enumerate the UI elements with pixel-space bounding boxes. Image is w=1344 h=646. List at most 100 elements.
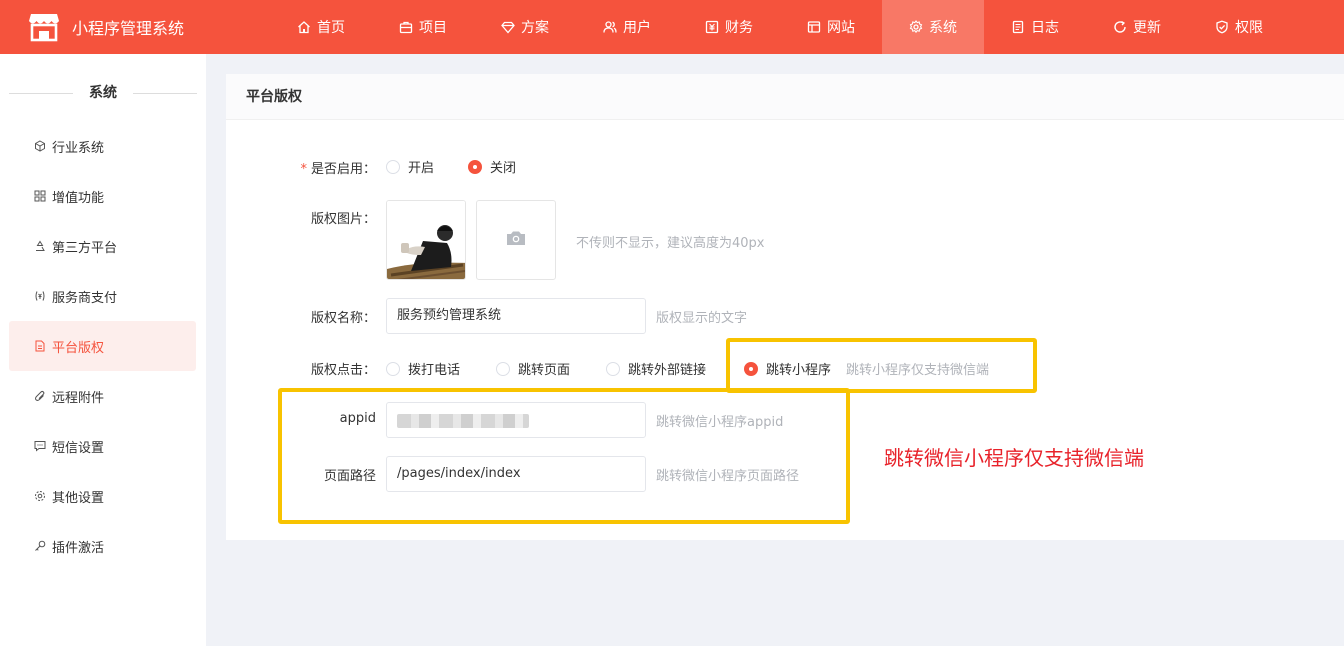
sidebar-item-label: 增值功能 [52,190,105,206]
image-upload-button[interactable] [476,200,556,280]
nav-label: 首页 [317,20,345,36]
blurred-appid-value [397,414,529,428]
sidebar-item-payment[interactable]: 服务商支付 [9,271,196,321]
payment-icon [34,290,46,302]
home-icon [297,20,311,34]
sidebar-item-other-settings[interactable]: 其他设置 [9,471,196,521]
sidebar-item-label: 插件激活 [52,540,105,556]
nav-plan[interactable]: 方案 [474,0,576,54]
sidebar-item-plugin-activation[interactable]: 插件激活 [9,521,196,571]
sidebar-item-label: 平台版权 [52,340,105,356]
sidebar-item-label: 其他设置 [52,490,105,506]
divider [9,93,73,94]
brand[interactable]: 小程序管理系统 [28,10,184,44]
sidebar-item-label: 第三方平台 [52,240,118,256]
nav-label: 项目 [419,20,447,36]
radio-circle [386,361,400,376]
sidebar-item-remote-attachment[interactable]: 远程附件 [9,371,196,421]
divider [133,93,197,94]
nav-project[interactable]: 项目 [372,0,474,54]
refresh-icon [1113,20,1127,34]
paperclip-icon [34,390,46,402]
nav-label: 网站 [827,20,855,36]
log-icon [1011,20,1025,34]
nav-label: 更新 [1133,20,1161,36]
copyright-photo [387,201,465,279]
click-radio-mini-program[interactable]: 跳转小程序 [744,359,831,378]
cube-icon [34,140,46,152]
sidebar-item-label: 短信设置 [52,440,105,456]
nav-log[interactable]: 日志 [984,0,1086,54]
appid-label: appid [339,411,376,426]
click-label: 版权点击： [310,363,376,378]
appid-input[interactable] [386,402,646,438]
radio-circle [606,361,620,376]
nav-label: 日志 [1031,20,1059,36]
nav-users[interactable]: 用户 [576,0,678,54]
enable-radio-on[interactable]: 开启 [386,157,434,176]
enable-label: * 是否启用： [300,162,376,177]
copyright-card: 平台版权 * 是否启用： 开启 关闭 版权图片： 不传则不显示，建议高度为40px… [226,74,1344,540]
page-path-input[interactable]: /pages/index/index [386,456,646,492]
name-label: 版权名称： [310,311,376,326]
click-radio-call[interactable]: 拨打电话 [386,359,460,378]
nav-website[interactable]: 网站 [780,0,882,54]
store-icon [28,12,60,42]
nav-label: 系统 [929,20,957,36]
recycle-icon [34,240,46,252]
name-hint: 版权显示的文字 [656,311,748,326]
radio-circle [496,361,510,376]
nav-label: 方案 [521,20,549,36]
sidebar-item-label: 服务商支付 [52,290,118,306]
shield-icon [1215,20,1229,34]
card-title: 平台版权 [226,74,1344,120]
message-icon [34,440,46,452]
users-icon [603,20,617,34]
enable-radio-off[interactable]: 关闭 [468,157,516,176]
sidebar-item-label: 远程附件 [52,390,105,406]
diamond-icon [501,20,515,34]
click-radio-external-link[interactable]: 跳转外部链接 [606,359,706,378]
copyright-image-thumbnail[interactable] [386,200,466,280]
nav-permission[interactable]: 权限 [1188,0,1290,54]
sidebar-item-industry[interactable]: 行业系统 [9,121,196,171]
sidebar-item-copyright[interactable]: 平台版权 [9,321,196,371]
click-radio-page[interactable]: 跳转页面 [496,359,570,378]
radio-circle-selected [468,159,482,174]
top-nav: 首页 项目 方案 用户 财务 网站 系统 日志 更新 权限 [270,0,1290,54]
gear-icon [909,20,923,34]
nav-label: 权限 [1235,20,1263,36]
appid-hint: 跳转微信小程序appid [656,415,784,430]
grid-icon [34,190,46,202]
radio-circle-selected [744,361,758,376]
sidebar: 系统 行业系统 增值功能 第三方平台 服务商支付 平台版权 远程附件 短信设置 … [0,54,206,646]
copyright-name-input[interactable]: 服务预约管理系统 [386,298,646,334]
path-label: 页面路径 [323,469,376,484]
image-hint: 不传则不显示，建议高度为40px [576,236,765,251]
top-bar: 小程序管理系统 首页 项目 方案 用户 财务 网站 系统 日志 更新 权限 [0,0,1344,54]
nav-finance[interactable]: 财务 [678,0,780,54]
click-hint: 跳转小程序仅支持微信端 [846,363,990,378]
path-hint: 跳转微信小程序页面路径 [656,469,800,484]
app-title: 小程序管理系统 [72,19,185,38]
sidebar-item-sms[interactable]: 短信设置 [9,421,196,471]
nav-label: 用户 [623,20,651,36]
nav-home[interactable]: 首页 [270,0,372,54]
settings-icon [34,490,46,502]
sidebar-item-third-party[interactable]: 第三方平台 [9,221,196,271]
nav-update[interactable]: 更新 [1086,0,1188,54]
sidebar-item-addons[interactable]: 增值功能 [9,171,196,221]
camera-icon [506,230,526,250]
website-icon [807,20,821,34]
nav-system[interactable]: 系统 [882,0,984,54]
sidebar-item-label: 行业系统 [52,140,105,156]
key-icon [34,540,46,552]
briefcase-icon [399,20,413,34]
sidebar-title: 系统 [0,82,206,104]
document-icon [34,340,46,352]
radio-circle [386,159,400,174]
required-mark: * [300,162,307,177]
nav-label: 财务 [725,20,753,36]
finance-icon [705,20,719,34]
annotation-text: 跳转微信小程序仅支持微信端 [884,446,1144,470]
